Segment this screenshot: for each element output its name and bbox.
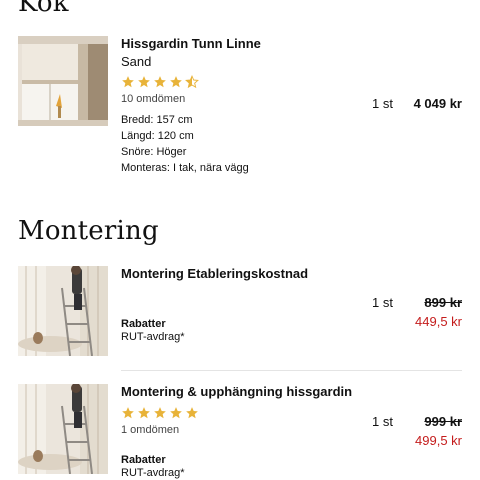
discount-label: Rabatter <box>121 318 166 330</box>
price-block: 899 kr 449,5 kr <box>415 295 462 329</box>
divider <box>121 370 462 371</box>
star-icon <box>138 407 150 419</box>
star-icon <box>154 407 166 419</box>
quantity: 1 st <box>372 414 393 429</box>
price-block: 999 kr 499,5 kr <box>415 414 462 448</box>
original-price: 899 kr <box>424 295 462 310</box>
product-variant: Sand <box>121 54 152 69</box>
cart-item-montering-etablering: Montering Etableringskostnad Rabatter RU… <box>18 266 462 358</box>
rating-stars <box>121 75 361 91</box>
spec-width: Bredd: 157 cm <box>121 114 193 126</box>
product-info: Montering & upphängning hissgardin 1 omd… <box>121 384 361 437</box>
product-specs: Bredd: 157 cm Längd: 120 cm Snöre: Höger… <box>121 112 361 176</box>
spec-cord: Snöre: Höger <box>121 146 187 158</box>
cart-item-hissgardin: Hissgardin Tunn Linne Sand 10 omdömen Br… <box>18 36 462 176</box>
discount-label: Rabatter <box>121 454 166 466</box>
star-half-icon <box>185 75 199 89</box>
star-icon <box>170 76 182 88</box>
section-title-montering: Montering <box>18 216 159 246</box>
product-image-montering[interactable] <box>18 266 108 356</box>
star-icon <box>170 407 182 419</box>
product-info: Hissgardin Tunn Linne Sand 10 omdömen Br… <box>121 36 361 176</box>
price: 4 049 kr <box>413 96 462 111</box>
original-price: 999 kr <box>424 414 462 429</box>
discounted-price: 449,5 kr <box>415 314 462 329</box>
spec-mounting: Monteras: I tak, nära vägg <box>121 162 249 174</box>
spec-length: Längd: 120 cm <box>121 130 194 142</box>
section-title-kok: Kök <box>18 0 69 18</box>
product-name[interactable]: Montering Etableringskostnad <box>121 266 361 282</box>
discounted-price: 499,5 kr <box>415 433 462 448</box>
star-icon <box>154 76 166 88</box>
rating-stars <box>121 406 361 422</box>
review-count[interactable]: 10 omdömen <box>121 92 361 106</box>
discount-block: Rabatter RUT-avdrag* <box>121 454 185 480</box>
product-image-montering-hissgardin[interactable] <box>18 384 108 474</box>
star-icon <box>138 76 150 88</box>
quantity: 1 st <box>372 96 393 111</box>
product-info: Montering Etableringskostnad <box>121 266 361 282</box>
quantity: 1 st <box>372 295 393 310</box>
discount-rut: RUT-avdrag* <box>121 467 185 479</box>
star-icon <box>186 407 198 419</box>
product-name[interactable]: Montering & upphängning hissgardin <box>121 384 361 400</box>
discount-rut: RUT-avdrag* <box>121 331 185 343</box>
product-image-hissgardin[interactable] <box>18 36 108 126</box>
product-name[interactable]: Hissgardin Tunn Linne <box>121 36 361 52</box>
review-count[interactable]: 1 omdömen <box>121 423 361 437</box>
cart-item-montering-hissgardin: Montering & upphängning hissgardin 1 omd… <box>18 384 462 480</box>
star-icon <box>122 76 134 88</box>
star-icon <box>122 407 134 419</box>
cart-page: Kök Hissgardin Tunn Linne Sand 10 omdöme… <box>0 0 480 480</box>
discount-block: Rabatter RUT-avdrag* <box>121 318 185 344</box>
